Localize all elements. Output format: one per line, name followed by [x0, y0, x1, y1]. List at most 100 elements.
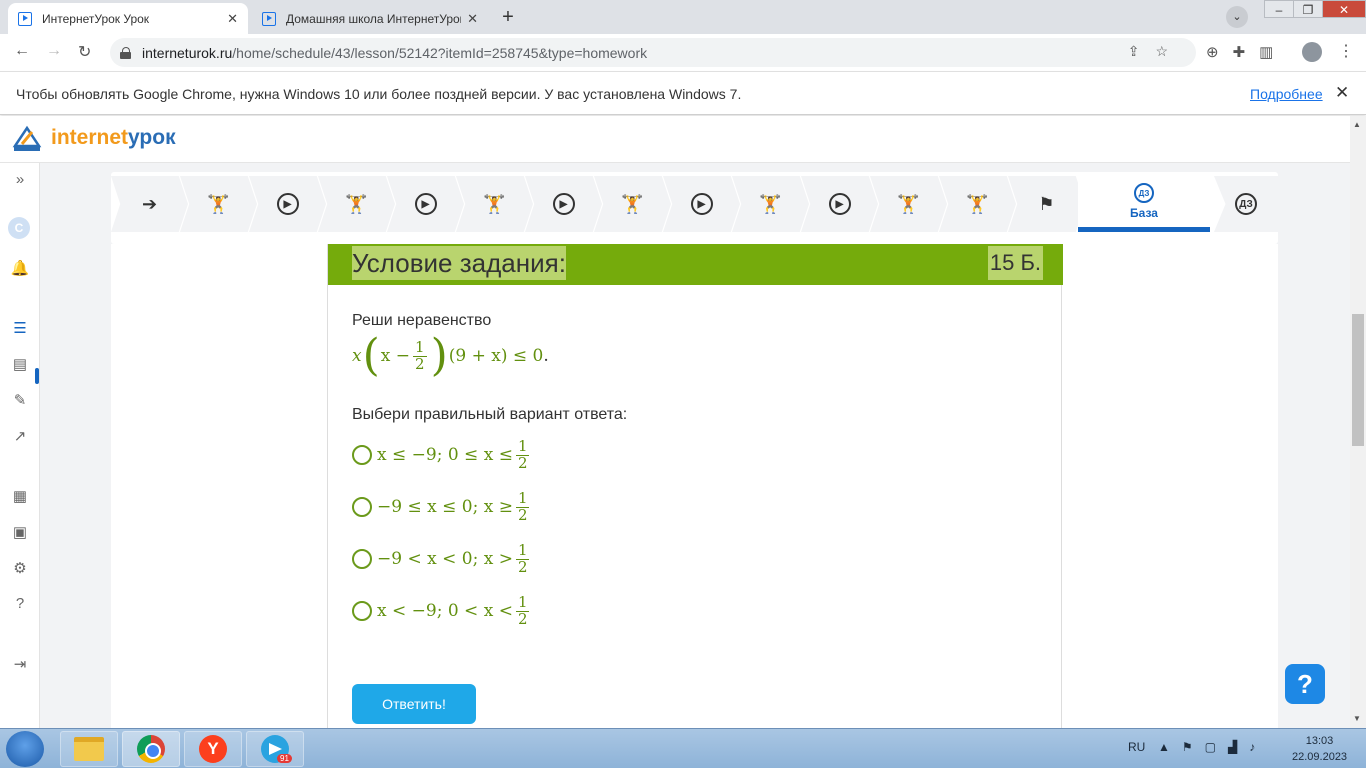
tray-expand-icon[interactable]: ▲	[1158, 740, 1182, 754]
browser-tab[interactable]: Домашняя школа ИнтернетУрок ✕	[252, 3, 488, 34]
maximize-icon[interactable]: ❐	[1293, 0, 1323, 18]
scroll-up-icon[interactable]: ▲	[1353, 120, 1361, 129]
help-circle-icon[interactable]: ?	[0, 595, 40, 612]
schedule-list-icon[interactable]: ☰	[0, 319, 40, 337]
taskbar-explorer[interactable]	[60, 731, 118, 767]
task-card: Условие задания: 15 Б. Реши неравенство …	[327, 244, 1063, 728]
user-avatar[interactable]: C	[8, 217, 30, 239]
site-logo-text[interactable]: internetурок	[51, 126, 176, 150]
step-training[interactable]: 🏋	[732, 176, 809, 232]
logo-icon[interactable]	[12, 124, 42, 154]
tab-close-icon[interactable]: ✕	[467, 11, 478, 27]
submit-answer-button[interactable]: Ответить!	[352, 684, 476, 724]
flag-icon: ⚑	[1038, 193, 1055, 214]
scrollbar-thumb[interactable]	[1352, 314, 1364, 446]
help-button[interactable]: ?	[1285, 664, 1325, 704]
volume-icon[interactable]: ♪	[1249, 740, 1267, 754]
radio-button[interactable]	[352, 601, 372, 622]
lock-icon[interactable]	[120, 46, 132, 59]
step-homework-extra[interactable]: ДЗ	[1214, 176, 1278, 232]
more-menu-icon[interactable]: ⋮	[1338, 41, 1354, 61]
system-tray-icons: ▲⚑▢▟♪	[1158, 740, 1267, 754]
step-training[interactable]: 🏋	[594, 176, 671, 232]
taskbar-yandex[interactable]: Y	[184, 731, 242, 767]
tab-strip: ИнтернетУрок Урок ✕ Домашняя школа Интер…	[0, 0, 1366, 34]
arrow-right-icon: ➔	[141, 193, 158, 214]
fraction-denominator: 2	[517, 557, 528, 576]
weightlifter-icon: 🏋	[621, 193, 644, 214]
start-button-windows-icon[interactable]	[6, 731, 44, 767]
step-training[interactable]: 🏋	[870, 176, 947, 232]
briefcase-icon[interactable]: ▣	[0, 523, 40, 541]
forward-arrow-icon[interactable]: →	[46, 42, 62, 60]
url-text[interactable]: interneturok.ru/home/schedule/43/lesson/…	[142, 45, 647, 61]
step-training[interactable]: 🏋	[456, 176, 533, 232]
answer-option[interactable]: x ≤ −9; 0 ≤ x ≤ 12	[352, 438, 532, 472]
address-bar[interactable]: interneturok.ru/home/schedule/43/lesson/…	[110, 38, 1196, 67]
step-video[interactable]: ▶	[249, 176, 326, 232]
logo-part-urok: урок	[128, 126, 176, 149]
tab-title: ИнтернетУрок Урок	[42, 11, 150, 26]
homework-doc-icon[interactable]: ▤	[0, 355, 40, 373]
step-video[interactable]: ▶	[525, 176, 602, 232]
formula-pre: x	[352, 346, 362, 366]
radio-button[interactable]	[352, 549, 372, 570]
tests-doc-icon[interactable]: ✎	[0, 391, 40, 409]
input-language[interactable]: RU	[1128, 740, 1145, 754]
radio-button[interactable]	[352, 497, 372, 518]
taskbar-chrome[interactable]	[122, 731, 180, 767]
step-video[interactable]: ▶	[387, 176, 464, 232]
infobar-more-link[interactable]: Подробнее	[1250, 86, 1323, 102]
answer-option[interactable]: −9 < x < 0; x > 12	[352, 542, 532, 576]
step-intro[interactable]: ➔	[111, 176, 188, 232]
fraction-denominator: 2	[415, 354, 425, 373]
play-icon: ▶	[414, 193, 437, 215]
option-text: x ≤ −9; 0 ≤ x ≤	[377, 445, 513, 466]
step-training[interactable]: 🏋	[180, 176, 257, 232]
back-arrow-icon[interactable]: ←	[14, 42, 30, 60]
scroll-down-icon[interactable]: ▼	[1353, 714, 1361, 723]
extensions-puzzle-icon[interactable]: ✚	[1233, 44, 1260, 61]
tray-flag-icon[interactable]: ⚑	[1182, 740, 1205, 754]
toolbar-icons: ⊕✚▥	[1206, 43, 1287, 61]
journal-icon[interactable]: ▦	[0, 487, 40, 505]
step-homework-base[interactable]: ДЗ База	[1078, 176, 1210, 232]
step-video[interactable]: ▶	[663, 176, 740, 232]
window-close-icon[interactable]: ✕	[1322, 0, 1366, 18]
side-panel-icon[interactable]: ▥	[1259, 44, 1287, 61]
share-icon[interactable]: ⇪	[1128, 43, 1156, 59]
network-signal-icon[interactable]: ▟	[1228, 740, 1249, 754]
window-controls: – ❐ ✕	[1264, 0, 1366, 18]
profile-avatar[interactable]	[1302, 42, 1322, 62]
task-title: Условие задания:	[352, 246, 566, 280]
logout-icon[interactable]: ⇥	[0, 655, 40, 673]
answer-option[interactable]: −9 ≤ x ≤ 0; x ≥ 12	[352, 490, 532, 524]
folder-icon	[74, 737, 104, 761]
taskbar-telegram[interactable]: 91	[246, 731, 304, 767]
step-discussion[interactable]: ▶	[801, 176, 878, 232]
tab-close-icon[interactable]: ✕	[227, 11, 238, 27]
radio-button[interactable]	[352, 445, 372, 466]
step-training[interactable]: 🏋	[318, 176, 395, 232]
tab-search-chevron-icon[interactable]: ⌄	[1226, 6, 1248, 28]
notification-bell-icon[interactable]: 🔔	[0, 259, 40, 277]
weightlifter-icon: 🏋	[207, 193, 230, 214]
settings-gear-icon[interactable]: ⚙	[0, 559, 40, 577]
globe-icon[interactable]: ⊕	[1206, 44, 1233, 61]
browser-tab-active[interactable]: ИнтернетУрок Урок ✕	[8, 3, 248, 34]
progress-chart-icon[interactable]: ↗	[0, 427, 40, 445]
system-clock[interactable]: 13:03 22.09.2023	[1292, 733, 1347, 765]
new-tab-plus-icon[interactable]: +	[496, 6, 520, 30]
bookmark-star-icon[interactable]: ☆	[1155, 43, 1184, 59]
infobar-close-icon[interactable]: ✕	[1335, 83, 1349, 103]
expand-chevrons-icon[interactable]: »	[0, 171, 40, 188]
page-scrollbar[interactable]: ▲ ▼	[1350, 116, 1366, 728]
step-finish[interactable]: ⚑	[1008, 176, 1085, 232]
tray-device-icon[interactable]: ▢	[1205, 740, 1228, 754]
step-training[interactable]: 🏋	[939, 176, 1016, 232]
answer-option[interactable]: x < −9; 0 < x < 12	[352, 594, 532, 628]
step-label: База	[1130, 206, 1158, 220]
minimize-icon[interactable]: –	[1264, 0, 1294, 18]
tab-title: Домашняя школа ИнтернетУрок	[286, 11, 462, 26]
reload-icon[interactable]: ↻	[78, 42, 91, 62]
